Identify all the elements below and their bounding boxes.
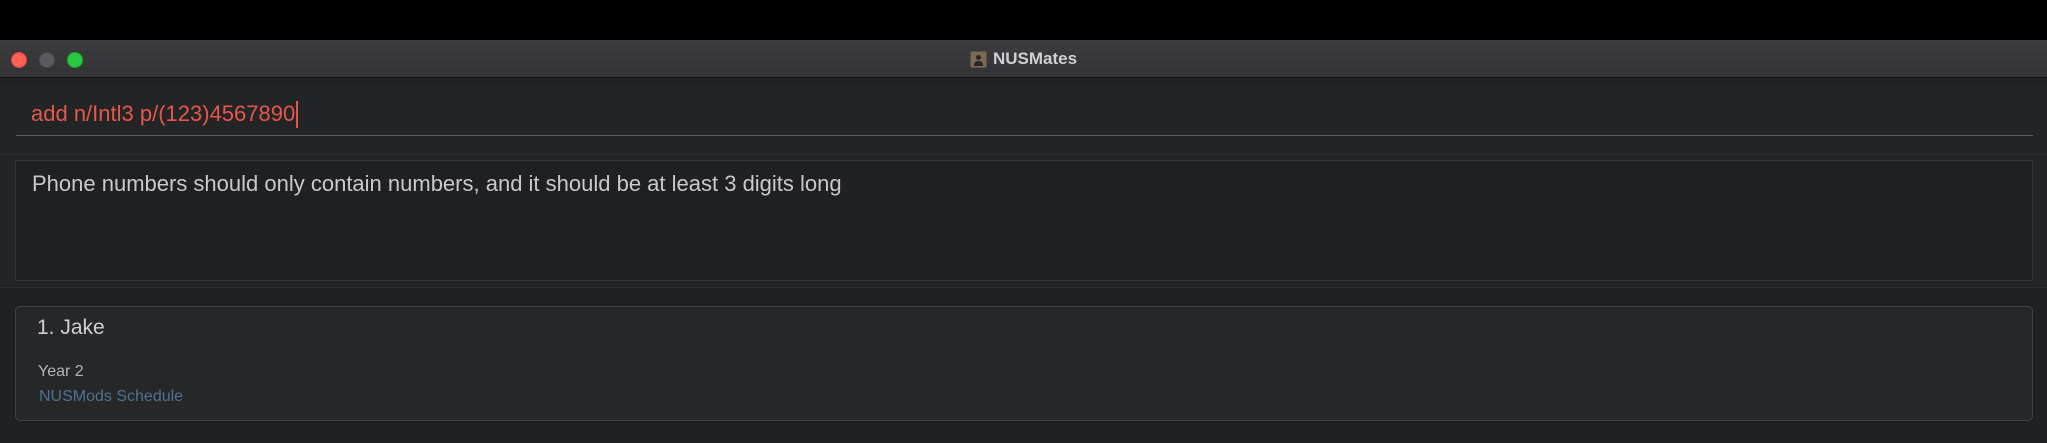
- title-bar[interactable]: NUSMates: [0, 40, 2047, 78]
- person-name: 1. Jake: [37, 316, 105, 339]
- text-caret: [296, 100, 298, 128]
- window-title-group: NUSMates: [0, 40, 2047, 78]
- screen: NUSMates add n/Intl3 p/(123)4567890 Phon…: [0, 0, 2047, 443]
- app-window: NUSMates add n/Intl3 p/(123)4567890 Phon…: [0, 40, 2047, 443]
- command-input-text: add n/Intl3 p/(123)4567890: [31, 101, 296, 126]
- result-display-area: Phone numbers should only contain number…: [0, 156, 2047, 288]
- result-message: Phone numbers should only contain number…: [32, 171, 842, 196]
- command-box-area: add n/Intl3 p/(123)4567890: [0, 85, 2047, 155]
- window-title: NUSMates: [992, 49, 1078, 68]
- command-input[interactable]: add n/Intl3 p/(123)4567890: [16, 93, 2033, 136]
- person-year: Year 2: [38, 363, 84, 380]
- nusmods-schedule-link[interactable]: NUSMods Schedule: [39, 388, 183, 406]
- person-list[interactable]: 1. Jake Year 2 NUSMods Schedule: [0, 293, 2047, 443]
- contact-book-icon: [969, 50, 987, 68]
- result-display[interactable]: Phone numbers should only contain number…: [15, 160, 2033, 281]
- person-card[interactable]: 1. Jake Year 2 NUSMods Schedule: [15, 306, 2033, 421]
